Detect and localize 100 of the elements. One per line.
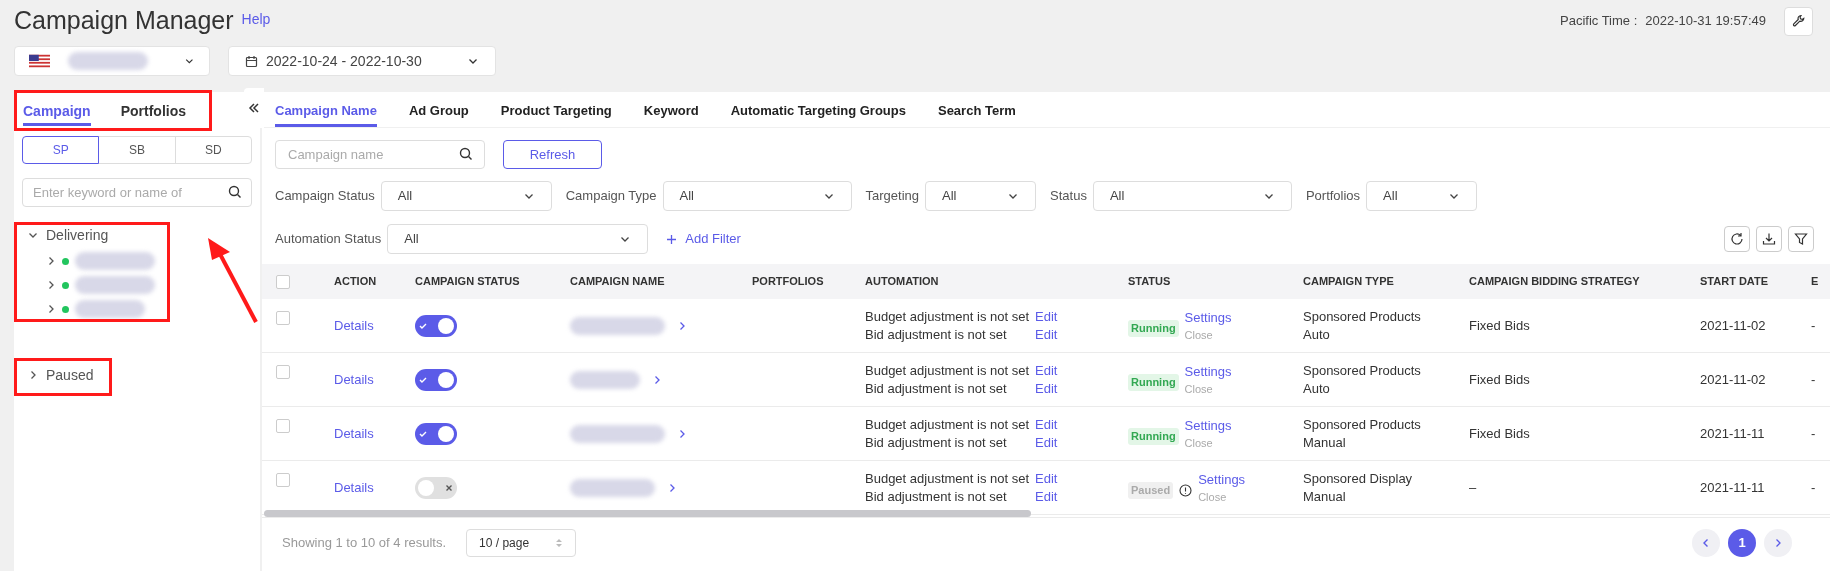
column-header: CAMPAIGN BIDDING STRATEGY [1469,274,1640,290]
refresh-button[interactable]: Refresh [503,140,602,169]
time-label: Pacific Time : [1560,12,1638,31]
edit-link[interactable]: Edit [1035,469,1058,488]
filter-select[interactable]: All [1092,181,1292,211]
tree-group[interactable]: Paused [28,361,246,389]
table-cell-text: - [1811,424,1816,443]
account-select[interactable] [14,46,210,76]
view-tab[interactable]: Campaign Name [275,98,377,127]
edit-link[interactable]: Edit [1035,415,1058,434]
search-icon [459,147,473,161]
edit-link[interactable]: Edit [1035,361,1058,380]
campaign-type: Sponsored Products Manual [1303,415,1422,452]
previous-page-button[interactable] [1692,528,1720,557]
sidebar-tab[interactable]: Campaign [23,100,91,126]
blurred-name [570,370,640,389]
sidebar-tab[interactable]: Portfolios [120,100,187,126]
automation-text: Bid adjustment is not set [865,433,1008,452]
select-all-checkbox[interactable] [276,274,290,289]
filter-select[interactable]: All [662,181,852,211]
page-button[interactable]: 1 [1728,528,1756,557]
view-tab[interactable]: Ad Group [408,98,469,127]
tools-button[interactable] [1784,6,1813,36]
campaign-toggle[interactable] [415,314,457,337]
download-button[interactable] [1756,226,1782,252]
chevron-right-icon [677,320,687,331]
chevron-left-icon [1701,537,1711,548]
refresh-button[interactable] [1724,226,1750,252]
help-link[interactable]: Help [241,8,271,30]
date-range-select[interactable]: 2022-10-24 - 2022-10-30 [228,46,496,76]
start-date: 2021-11-11 [1700,424,1765,443]
column-header: START DATE [1700,274,1769,290]
bidding-strategy: Fixed Bids [1469,370,1530,389]
campaign-toggle[interactable] [415,476,457,499]
view-tab[interactable]: Keyword [643,98,699,127]
calendar-icon [245,54,258,68]
ad-type-button[interactable]: SB [98,136,176,164]
filter-label: Campaign Status [275,187,375,206]
campaign-toggle[interactable] [415,368,457,391]
details-link[interactable]: Details [334,477,374,498]
next-page-button[interactable] [1764,528,1792,557]
edit-link[interactable]: Edit [1035,487,1058,506]
view-tab[interactable]: Search Term [937,98,1016,127]
status-badge: Running [1128,374,1179,391]
campaign-toggle[interactable] [415,422,457,445]
row-checkbox[interactable] [276,419,290,433]
filter-select[interactable]: All [925,181,1037,211]
row-checkbox[interactable] [276,473,290,487]
view-tab[interactable]: Product Targeting [500,98,612,127]
sort-icon [555,537,564,548]
table-cell-text: - [1811,370,1816,389]
filter-icon [1794,232,1808,246]
tree-group[interactable]: Delivering [28,221,246,249]
campaign-search-field[interactable]: Campaign name [275,140,485,169]
settings-link[interactable]: Settings [1198,470,1246,489]
filter-select[interactable]: All [387,224,649,254]
settings-link[interactable]: Settings [1184,416,1232,435]
bidding-strategy: Fixed Bids [1469,424,1530,443]
edit-link[interactable]: Edit [1035,307,1058,326]
sidebar-search-field[interactable]: Enter keyword or name of [22,178,252,207]
details-link[interactable]: Details [334,423,374,444]
chevron-right-icon [46,304,56,314]
row-checkbox[interactable] [276,311,290,325]
page-size-select[interactable]: 10 / page [466,528,577,557]
filter-button[interactable] [1788,226,1814,252]
table-cell-text: - [1811,478,1816,497]
table-cell-text: - [1811,316,1816,335]
automation-text: Bid adjustment is not set [865,487,1008,506]
details-link[interactable]: Details [334,315,374,336]
column-header: CAMPAIGN STATUS [415,274,520,290]
search-icon [228,185,242,199]
ad-type-button[interactable]: SP [22,136,100,164]
filter-label: Campaign Type [565,187,657,206]
filter-select[interactable]: All [1366,181,1478,211]
column-header: AUTOMATION [865,274,939,290]
settings-link[interactable]: Settings [1184,362,1232,381]
automation-text: Budget adjustment is not set [865,361,1029,380]
settings-link[interactable]: Settings [1184,308,1232,327]
automation-text: Bid adjustment is not set [865,325,1008,344]
start-date: 2021-11-02 [1700,370,1766,389]
ad-type-button[interactable]: SD [174,136,252,164]
chevron-right-icon [46,256,56,266]
filter-select[interactable]: All [380,181,552,211]
plus-icon [666,233,678,245]
edit-link[interactable]: Edit [1035,433,1058,452]
details-link[interactable]: Details [334,369,374,390]
edit-link[interactable]: Edit [1035,379,1058,398]
filter-label: Automation Status [275,230,382,249]
chevron-right-icon [46,280,56,290]
flag-icon [29,54,51,68]
row-checkbox[interactable] [276,365,290,379]
wrench-icon [1791,14,1806,28]
download-icon [1762,232,1776,246]
view-tab[interactable]: Automatic Targeting Groups [730,98,906,127]
automation-text: Budget adjustment is not set [865,469,1029,488]
add-filter-button[interactable]: Add Filter [666,229,741,249]
edit-link[interactable]: Edit [1035,325,1058,344]
column-header: CAMPAIGN TYPE [1303,274,1394,290]
chevron-right-icon [1773,537,1783,548]
blurred-name [75,300,145,318]
